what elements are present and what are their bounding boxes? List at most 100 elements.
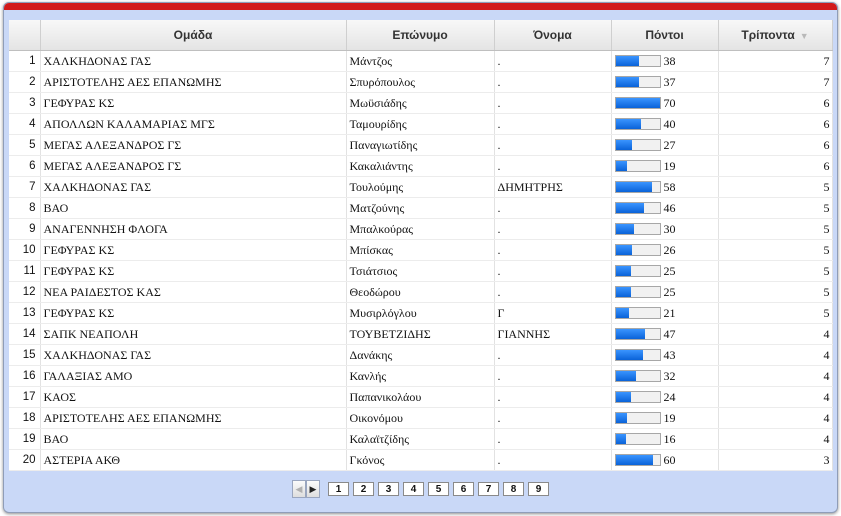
points-progress-bar: [614, 244, 661, 256]
team-cell: ΜΕΓΑΣ ΑΛΕΞΑΝΔΡΟΣ ΓΣ: [40, 134, 347, 156]
surname-cell: Τσιάτσιος: [346, 260, 495, 282]
table-row[interactable]: 15 ΧΑΛΚΗΔΟΝΑΣ ΓΑΣ Δανάκης. 43 4: [9, 344, 833, 366]
column-header-threes[interactable]: Τρίποντα ▼: [718, 20, 833, 51]
table-row[interactable]: 3 ΓΕΦΥΡΑΣ ΚΣ Μωϋσιάδης. 70 6: [9, 92, 833, 114]
points-progress-bar: [614, 202, 661, 214]
column-header-name[interactable]: Όνομα: [494, 20, 612, 51]
surname-cell: Δανάκης: [346, 344, 495, 366]
table-row[interactable]: 10 ΓΕΦΥΡΑΣ ΚΣ Μπίσκας. 26 5: [9, 239, 833, 261]
team-cell: ΚΑΟΣ: [40, 386, 347, 408]
threes-cell: 6: [718, 134, 833, 156]
column-header-points[interactable]: Πόντοι: [611, 20, 719, 51]
page-button[interactable]: 3: [378, 482, 399, 496]
points-value: 19: [663, 410, 676, 425]
sort-desc-icon[interactable]: ▼: [800, 31, 809, 41]
surname-cell: Σπυρόπουλος: [346, 71, 495, 93]
column-header-surname[interactable]: Επώνυμο: [346, 20, 495, 51]
name-cell: Γ: [494, 302, 612, 324]
row-number: 8: [9, 197, 41, 219]
points-progress-fill: [615, 329, 646, 339]
name-cell: .: [494, 449, 612, 471]
table-row[interactable]: 8 ΒΑΟ Ματζούνης. 46 5: [9, 197, 833, 219]
table-row[interactable]: 1 ΧΑΛΚΗΔΟΝΑΣ ΓΑΣ Μάντζος. 38 7: [9, 50, 833, 72]
name-cell: .: [494, 50, 612, 72]
table-row[interactable]: 2 ΑΡΙΣΤΟΤΕΛΗΣ ΑΕΣ ΕΠΑΝΩΜΗΣ Σπυρόπουλος. 37 7: [9, 71, 833, 93]
table-row[interactable]: 19 ΒΑΟ Καλαϊτζίδης. 16 4: [9, 428, 833, 450]
points-progress-bar: [614, 454, 661, 466]
table-row[interactable]: 17 ΚΑΟΣ Παπανικολάου. 24 4: [9, 386, 833, 408]
name-cell: .: [494, 239, 612, 261]
team-cell: ΓΕΦΥΡΑΣ ΚΣ: [40, 302, 347, 324]
threes-cell: 5: [718, 197, 833, 219]
page-button[interactable]: 5: [428, 482, 449, 496]
row-number: 13: [9, 302, 41, 324]
points-value: 25: [663, 284, 676, 299]
points-cell: 46: [611, 197, 719, 219]
row-number: 12: [9, 281, 41, 303]
points-value: 21: [663, 305, 676, 320]
table-row[interactable]: 5 ΜΕΓΑΣ ΑΛΕΞΑΝΔΡΟΣ ΓΣ Παναγιωτίδης. 27 6: [9, 134, 833, 156]
surname-cell: Παναγιωτίδης: [346, 134, 495, 156]
name-cell: .: [494, 197, 612, 219]
table-row[interactable]: 11 ΓΕΦΥΡΑΣ ΚΣ Τσιάτσιος. 25 5: [9, 260, 833, 282]
header-row: Ομάδα Επώνυμο Όνομα Πόντοι Τρίποντα ▼: [9, 20, 833, 51]
row-number: 16: [9, 365, 41, 387]
threes-cell: 5: [718, 239, 833, 261]
table-row[interactable]: 14 ΣΑΠΚ ΝΕΑΠΟΛΗ ΤΟΥΒΕΤΖΙΔΗΣ ΓΙΑΝΝΗΣ 47 4: [9, 323, 833, 345]
points-progress-fill: [615, 119, 641, 129]
row-number: 5: [9, 134, 41, 156]
page-button[interactable]: 6: [453, 482, 474, 496]
row-number: 20: [9, 449, 41, 471]
team-cell: ΧΑΛΚΗΔΟΝΑΣ ΓΑΣ: [40, 176, 347, 198]
grid-panel: Ομάδα Επώνυμο Όνομα Πόντοι Τρίποντα ▼ 1 ΧΑ…: [3, 2, 838, 513]
points-progress-fill: [615, 434, 626, 444]
team-cell: ΑΡΙΣΤΟΤΕΛΗΣ ΑΕΣ ΕΠΑΝΩΜΗΣ: [40, 407, 347, 429]
page-button[interactable]: 9: [528, 482, 549, 496]
row-number-header: [9, 20, 41, 51]
table-row[interactable]: 13 ΓΕΦΥΡΑΣ ΚΣ Μυσιρλόγλου Γ 21 5: [9, 302, 833, 324]
points-cell: 47: [611, 323, 719, 345]
points-progress-fill: [615, 392, 631, 402]
name-cell: .: [494, 281, 612, 303]
points-cell: 25: [611, 260, 719, 282]
page-button[interactable]: 2: [353, 482, 374, 496]
table-row[interactable]: 16 ΓΑΛΑΞΙΑΣ ΑΜΟ Κανλής. 32 4: [9, 365, 833, 387]
points-progress-fill: [615, 161, 628, 171]
name-cell: .: [494, 113, 612, 135]
surname-cell: Μάντζος: [346, 50, 495, 72]
name-cell: .: [494, 155, 612, 177]
table-row[interactable]: 9 ΑΝΑΓΕΝΝΗΣΗ ΦΛΟΓΑ Μπαλκούρας. 30 5: [9, 218, 833, 240]
points-progress-fill: [615, 455, 654, 465]
page-button[interactable]: 4: [403, 482, 424, 496]
table-row[interactable]: 4 ΑΠΟΛΛΩΝ ΚΑΛΑΜΑΡΙΑΣ ΜΓΣ Ταμουρίδης. 40 6: [9, 113, 833, 135]
row-number: 6: [9, 155, 41, 177]
points-progress-bar: [614, 328, 661, 340]
name-cell: .: [494, 71, 612, 93]
surname-cell: Τουλούμης: [346, 176, 495, 198]
team-cell: ΓΕΦΥΡΑΣ ΚΣ: [40, 239, 347, 261]
points-cell: 25: [611, 281, 719, 303]
points-progress-bar: [614, 349, 661, 361]
name-cell: .: [494, 365, 612, 387]
table-row[interactable]: 7 ΧΑΛΚΗΔΟΝΑΣ ΓΑΣ Τουλούμης ΔΗΜΗΤΡΗΣ 58 5: [9, 176, 833, 198]
page-button[interactable]: 8: [503, 482, 524, 496]
table-row[interactable]: 12 ΝΕΑ ΡΑΙΔΕΣΤΟΣ ΚΑΣ Θεοδώρου. 25 5: [9, 281, 833, 303]
page-button[interactable]: 1: [328, 482, 349, 496]
team-cell: ΣΑΠΚ ΝΕΑΠΟΛΗ: [40, 323, 347, 345]
points-value: 16: [663, 431, 676, 446]
points-value: 70: [663, 95, 676, 110]
points-cell: 16: [611, 428, 719, 450]
surname-cell: Καλαϊτζίδης: [346, 428, 495, 450]
points-progress-bar: [614, 265, 661, 277]
table-row[interactable]: 20 ΑΣΤΕΡΙΑ ΑΚΘ Γκόνος. 60 3: [9, 449, 833, 471]
prev-page-button[interactable]: ◀: [292, 480, 306, 498]
next-page-button[interactable]: ▶: [306, 480, 320, 498]
page-button[interactable]: 7: [478, 482, 499, 496]
table-row[interactable]: 18 ΑΡΙΣΤΟΤΕΛΗΣ ΑΕΣ ΕΠΑΝΩΜΗΣ Οικονόμου. 19 4: [9, 407, 833, 429]
table-row[interactable]: 6 ΜΕΓΑΣ ΑΛΕΞΑΝΔΡΟΣ ΓΣ Κακαλιάντης. 19 6: [9, 155, 833, 177]
column-header-team[interactable]: Ομάδα: [40, 20, 347, 51]
name-cell: ΔΗΜΗΤΡΗΣ: [494, 176, 612, 198]
points-value: 25: [663, 263, 676, 278]
points-cell: 37: [611, 71, 719, 93]
points-value: 30: [663, 221, 676, 236]
